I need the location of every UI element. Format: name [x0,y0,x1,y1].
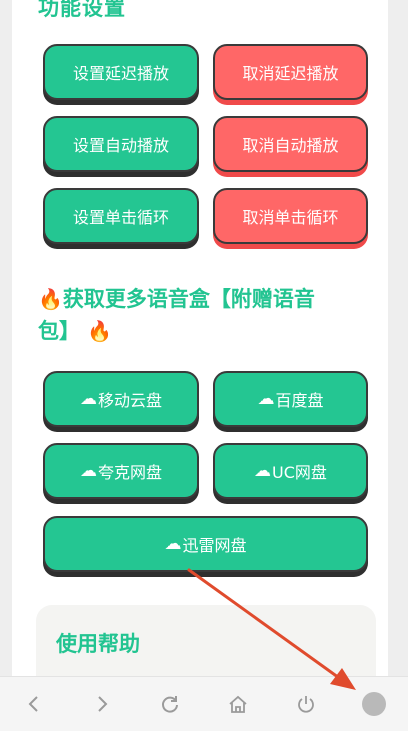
yidong-label: 移动云盘 [97,391,162,410]
section-title: 功能设置 [38,0,126,20]
yidong-cloud-button[interactable]: ☁ 移动云盘 [43,371,199,427]
promo-line2: 包】 [38,319,80,343]
uc-disk-button[interactable]: ☁ UC网盘 [213,443,368,499]
set-click-loop-button[interactable]: 设置单击循环 [43,188,199,244]
cancel-auto-label: 取消自动播放 [242,136,339,155]
set-delay-label: 设置延迟播放 [72,64,169,83]
fire-icon: 🔥 [38,287,63,311]
xunlei-disk-button[interactable]: ☁ 迅雷网盘 [43,516,368,572]
forward-arrow-icon [98,696,108,712]
promo-heading: 🔥获取更多语音盒【附赠语音 包】 🔥 [38,283,368,347]
home-icon [229,695,247,713]
set-auto-play-button[interactable]: 设置自动播放 [43,116,199,172]
kuake-disk-button[interactable]: ☁ 夸克网盘 [43,443,199,499]
baidu-disk-button[interactable]: ☁ 百度盘 [213,371,368,427]
promo-line1: 获取更多语音盒【附赠语音 [62,287,315,311]
back-button[interactable] [14,684,54,724]
refresh-icon [162,696,178,713]
cancel-loop-label: 取消单击循环 [242,208,339,227]
fire-icon: 🔥 [87,319,113,343]
refresh-button[interactable] [150,684,190,724]
cloud-icon: ☁ [254,461,272,481]
cancel-click-loop-button[interactable]: 取消单击循环 [213,188,368,244]
cancel-delay-play-button[interactable]: 取消延迟播放 [213,44,368,100]
set-auto-label: 设置自动播放 [72,136,169,155]
set-loop-label: 设置单击循环 [72,208,169,227]
uc-label: UC网盘 [272,463,327,482]
content-page: 功能设置 设置延迟播放 取消延迟播放 设置自动播放 取消自动播放 设置单击循环 … [12,0,388,676]
cancel-auto-play-button[interactable]: 取消自动播放 [213,116,368,172]
menu-dot-button[interactable] [354,684,394,724]
circle-dot-icon [362,692,386,716]
bottom-nav-bar [0,676,408,731]
cloud-icon: ☁ [79,389,97,409]
back-arrow-icon [28,696,38,712]
set-delay-play-button[interactable]: 设置延迟播放 [43,44,199,100]
forward-button[interactable] [82,684,122,724]
baidu-label: 百度盘 [275,391,324,410]
help-title: 使用帮助 [56,632,140,656]
power-icon [298,696,314,713]
power-button[interactable] [286,684,326,724]
help-card: 使用帮助 [36,605,376,676]
xunlei-label: 迅雷网盘 [182,536,247,555]
kuake-label: 夸克网盘 [97,463,162,482]
home-button[interactable] [218,684,258,724]
cloud-icon: ☁ [257,389,275,409]
cloud-icon: ☁ [79,461,97,481]
cloud-icon: ☁ [164,534,182,554]
cancel-delay-label: 取消延迟播放 [242,64,339,83]
